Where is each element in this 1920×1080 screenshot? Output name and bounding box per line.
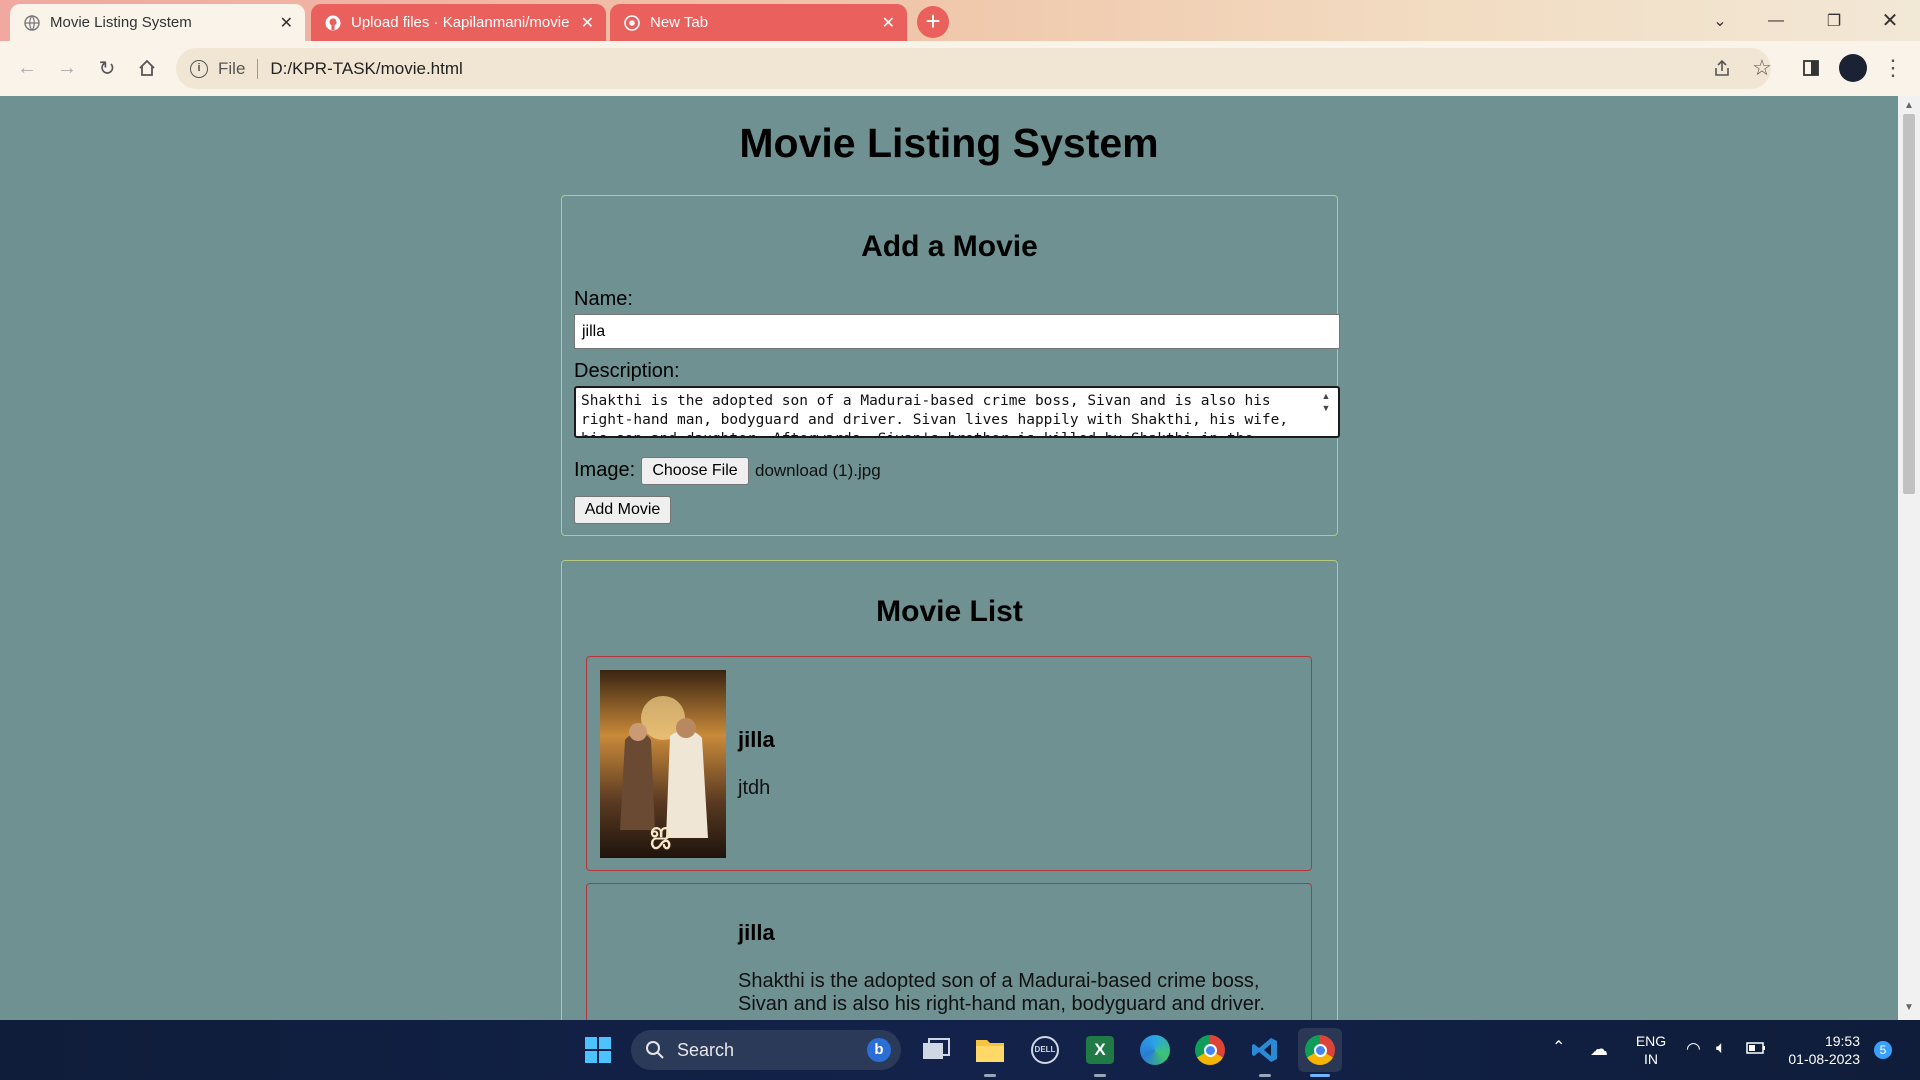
back-icon[interactable]: ←	[10, 51, 44, 85]
scrollbar-thumb[interactable]	[1903, 114, 1915, 494]
tab-movie-listing[interactable]: Movie Listing System ✕	[10, 4, 305, 41]
info-icon[interactable]: i	[190, 59, 208, 78]
forward-icon[interactable]: →	[50, 51, 84, 85]
running-indicator	[1094, 1074, 1106, 1077]
scheme-label: File	[218, 58, 246, 78]
image-label: Image:	[574, 459, 636, 481]
add-movie-form: Add a Movie Name: jilla Description: Sha…	[561, 195, 1340, 536]
bing-icon[interactable]: b	[867, 1038, 891, 1062]
running-indicator	[984, 1074, 996, 1077]
task-view-icon[interactable]	[914, 1028, 958, 1072]
profile-avatar[interactable]	[1836, 51, 1870, 85]
name-input[interactable]: jilla	[574, 314, 1340, 349]
divider	[257, 58, 259, 79]
tab-title: Upload files · Kapilanmani/movie	[351, 14, 570, 31]
tray-overflow-chevron-icon[interactable]: ⌃	[1552, 1039, 1565, 1057]
chrome-icon	[624, 14, 640, 31]
tab-title: New Tab	[650, 14, 709, 31]
running-indicator	[1259, 1074, 1271, 1077]
page-viewport: Movie Listing System Add a Movie Name: j…	[0, 96, 1898, 1020]
excel-icon[interactable]: X	[1078, 1028, 1122, 1072]
wifi-icon[interactable]: ◠	[1686, 1040, 1701, 1058]
active-indicator	[1310, 1074, 1330, 1077]
time-text: 19:53	[1824, 1033, 1860, 1049]
share-icon[interactable]	[1705, 51, 1739, 85]
selected-file-name: download (1).jpg	[755, 461, 881, 480]
bookmark-star-icon[interactable]: ☆	[1745, 51, 1779, 85]
restore-icon[interactable]: ❐	[1806, 0, 1862, 41]
tab-strip: Movie Listing System ✕ Upload files · Ka…	[0, 0, 1920, 41]
movie-description: Shakthi is the adopted son of a Madurai-…	[738, 970, 1265, 1015]
language-code: ENG	[1635, 1033, 1667, 1049]
reload-icon[interactable]: ↻	[90, 51, 124, 85]
svg-text:ஜ: ஜ	[650, 817, 672, 850]
clock[interactable]: 19:53 01-08-2023	[1780, 1032, 1860, 1068]
add-movie-button[interactable]: Add Movie	[574, 496, 671, 524]
globe-icon	[24, 14, 40, 31]
taskbar-search[interactable]: Search b	[631, 1030, 901, 1070]
movie-card: ஜ jilla jtdh	[586, 656, 1312, 871]
scroll-up-arrow-icon[interactable]: ▲	[1904, 100, 1914, 111]
vscode-icon[interactable]	[1243, 1028, 1287, 1072]
close-window-icon[interactable]: ✕	[1862, 0, 1918, 41]
side-panel-icon[interactable]	[1794, 51, 1828, 85]
movie-title: jilla	[738, 727, 775, 752]
battery-icon[interactable]	[1746, 1041, 1766, 1059]
edge-icon[interactable]	[1133, 1028, 1177, 1072]
form-heading: Add a Movie	[861, 230, 1038, 263]
name-label: Name:	[574, 288, 633, 310]
minimize-icon[interactable]: —	[1748, 0, 1804, 41]
movie-poster-image: ஜ	[600, 670, 726, 858]
new-tab-button[interactable]: +	[917, 6, 949, 38]
movie-card: jilla Shakthi is the adopted son of a Ma…	[586, 883, 1312, 1020]
input-language[interactable]: ENG IN	[1630, 1032, 1672, 1068]
close-tab-icon[interactable]: ✕	[280, 13, 293, 33]
tab-search-icon[interactable]: ⌄	[1692, 0, 1748, 41]
volume-icon[interactable]: 🔈︎	[1716, 1039, 1726, 1057]
chrome-active-icon[interactable]	[1298, 1028, 1342, 1072]
search-label: Search	[677, 1039, 735, 1060]
github-icon	[325, 15, 341, 30]
url-text: D:/KPR-TASK/movie.html	[270, 58, 463, 78]
close-tab-icon[interactable]: ✕	[882, 13, 895, 33]
dell-icon[interactable]: DELL	[1023, 1028, 1067, 1072]
scroll-down-arrow-icon[interactable]: ▼	[1904, 1002, 1914, 1013]
chrome-icon[interactable]	[1188, 1028, 1232, 1072]
file-explorer-icon[interactable]	[968, 1028, 1012, 1072]
close-tab-icon[interactable]: ✕	[581, 13, 594, 33]
page-scrollbar[interactable]: ▲ ▼	[1898, 96, 1920, 1020]
tab-new-tab[interactable]: New Tab ✕	[610, 4, 907, 41]
textarea-scroll-arrows-icon[interactable]: ▲ ▼	[1318, 390, 1334, 414]
movie-title: jilla	[738, 920, 775, 945]
list-heading: Movie List	[876, 595, 1023, 628]
tab-upload-files[interactable]: Upload files · Kapilanmani/movie ✕	[311, 4, 606, 41]
choose-file-button[interactable]: Choose File	[641, 457, 749, 485]
home-icon[interactable]	[130, 51, 164, 85]
notification-badge[interactable]: 5	[1874, 1041, 1892, 1059]
tab-title: Movie Listing System	[50, 14, 192, 31]
movie-description: jtdh	[738, 777, 771, 799]
description-textarea[interactable]: Shakthi is the adopted son of a Madurai-…	[574, 386, 1340, 438]
windows-start-icon[interactable]	[576, 1028, 620, 1072]
browser-toolbar: ← → ↻ i File D:/KPR-TASK/movie.html ☆ ⋮	[0, 41, 1920, 96]
date-text: 01-08-2023	[1788, 1051, 1860, 1067]
page-title: Movie Listing System	[739, 120, 1159, 166]
address-bar[interactable]: i File D:/KPR-TASK/movie.html	[176, 48, 1771, 89]
description-label: Description:	[574, 360, 680, 382]
onedrive-icon[interactable]: ☁	[1590, 1040, 1608, 1058]
menu-kebab-icon[interactable]: ⋮	[1876, 51, 1910, 85]
windows-taskbar: Search b DELL X ⌃ ☁ ENG IN ◠ 🔈︎ 19:53 01…	[0, 1020, 1920, 1080]
search-icon	[646, 1041, 664, 1059]
movie-list-panel: Movie List ஜ jilla jtdh jilla Shakthi is…	[561, 560, 1338, 1020]
region-code: IN	[1644, 1051, 1658, 1067]
